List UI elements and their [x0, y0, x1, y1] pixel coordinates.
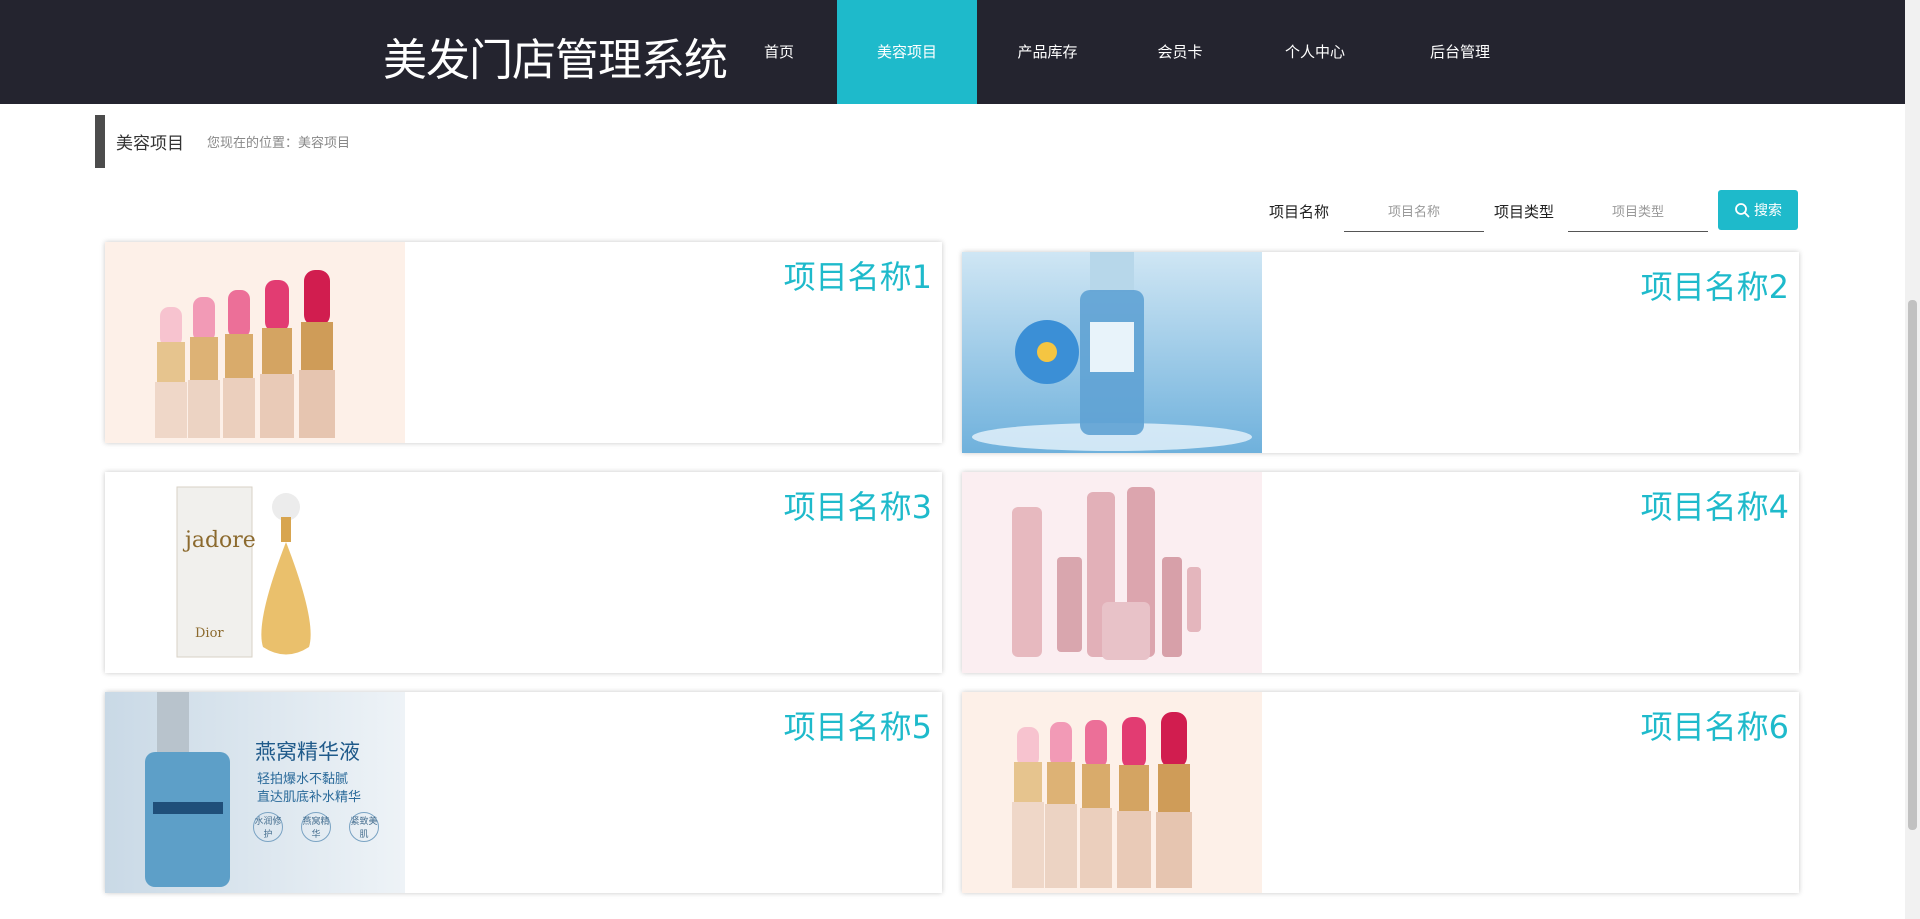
nav-home[interactable]: 首页 [744, 0, 814, 104]
nav-admin[interactable]: 后台管理 [1415, 0, 1505, 104]
site-title: 美发门店管理系统 [383, 35, 728, 86]
lipsticks-image [962, 692, 1262, 893]
ad-badge-1: 水润修护 [253, 812, 283, 842]
project-card-title: 项目名称6 [1640, 708, 1789, 746]
project-card-1[interactable]: 项目名称1 [105, 242, 942, 443]
project-card-2[interactable]: 项目名称2 [962, 252, 1799, 453]
ad-line-2: 直达肌底补水精华 [257, 790, 362, 805]
pink-cosmetics-image [962, 472, 1262, 673]
search-button[interactable]: 搜索 [1718, 190, 1798, 230]
nav-personal-center[interactable]: 个人中心 [1270, 0, 1360, 104]
lipsticks-image [105, 242, 405, 443]
ad-line-1: 轻拍爆水不黏腻 [257, 772, 349, 787]
breadcrumb-accent-bar [95, 115, 105, 168]
breadcrumb: 您现在的位置：美容项目 [207, 136, 351, 151]
perfume-image: jadore Dior [105, 472, 405, 673]
essence-ad-image: 燕窝精华液 轻拍爆水不黏腻 直达肌底补水精华 水润修护 燕窝精华 紧致美肌 [105, 692, 405, 893]
svg-text:Dior: Dior [195, 626, 224, 641]
project-type-input[interactable] [1568, 192, 1708, 232]
nav-member-card[interactable]: 会员卡 [1140, 0, 1220, 104]
top-navbar: 美发门店管理系统 首页 美容项目 产品库存 会员卡 个人中心 后台管理 [0, 0, 1905, 104]
serum-bottle-image [962, 252, 1262, 453]
project-name-input[interactable] [1344, 192, 1484, 232]
search-button-label: 搜索 [1754, 203, 1782, 219]
ad-headline: 燕窝精华液 [255, 740, 360, 764]
ad-badge-2: 燕窝精华 [301, 812, 331, 842]
vertical-scrollbar[interactable] [1905, 0, 1920, 919]
project-type-label: 项目类型 [1494, 204, 1555, 221]
project-name-label: 项目名称 [1269, 204, 1330, 221]
nav-beauty-projects[interactable]: 美容项目 [837, 0, 977, 104]
ad-badge-3: 紧致美肌 [349, 812, 379, 842]
scrollbar-thumb[interactable] [1908, 300, 1917, 830]
project-card-title: 项目名称3 [783, 488, 932, 526]
project-card-5[interactable]: 燕窝精华液 轻拍爆水不黏腻 直达肌底补水精华 水润修护 燕窝精华 紧致美肌 项目… [105, 692, 942, 893]
project-card-title: 项目名称5 [783, 708, 932, 746]
project-card-title: 项目名称2 [1640, 268, 1789, 306]
project-card-title: 项目名称4 [1640, 488, 1789, 526]
project-card-4[interactable]: 项目名称4 [962, 472, 1799, 673]
project-card-3[interactable]: jadore Dior 项目名称3 [105, 472, 942, 673]
svg-text:jadore: jadore [182, 528, 256, 553]
project-card-title: 项目名称1 [783, 258, 932, 296]
nav-product-stock[interactable]: 产品库存 [1000, 0, 1095, 104]
page-title: 美容项目 [116, 134, 184, 154]
search-icon [1735, 203, 1750, 218]
project-card-6[interactable]: 项目名称6 [962, 692, 1799, 893]
